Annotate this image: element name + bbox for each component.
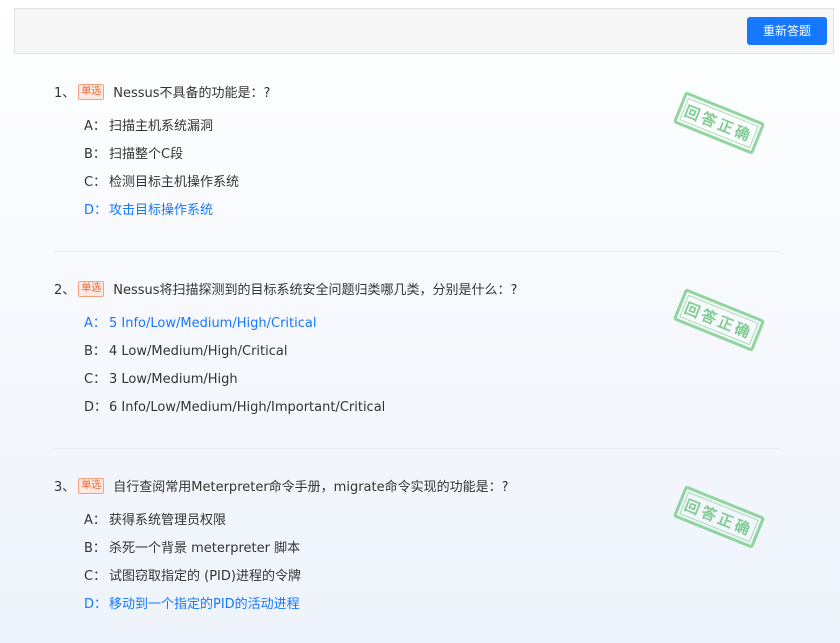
option-text: 扫描整个C段 bbox=[109, 147, 184, 162]
option-text: 6 Info/Low/Medium/High/Important/Critica… bbox=[109, 400, 386, 415]
option-a[interactable]: A： 获得系统管理员权限 bbox=[84, 512, 301, 540]
question-number: 1、 bbox=[54, 86, 76, 101]
option-letter: B： bbox=[84, 147, 106, 162]
question-text: Nessus将扫描探测到的目标系统安全问题归类哪几类，分别是什么：? bbox=[113, 283, 518, 298]
question-card: 2、 单选 Nessus将扫描探测到的目标系统安全问题归类哪几类，分别是什么：?… bbox=[54, 269, 780, 459]
option-list: A： 获得系统管理员权限 B： 杀死一个背景 meterpreter 脚本 C： 试图… bbox=[84, 512, 301, 624]
option-c[interactable]: C： 3 Low/Medium/High bbox=[84, 371, 385, 399]
option-letter: D： bbox=[84, 400, 108, 415]
option-c[interactable]: C： 试图窃取指定的 (PID)进程的令牌 bbox=[84, 568, 301, 596]
question-header: 3、 单选 自行查阅常用Meterpreter命令手册，migrate命令实现的… bbox=[54, 476, 509, 495]
stamp-text: 回答正确 bbox=[682, 101, 756, 146]
question-card: 3、 单选 自行查阅常用Meterpreter命令手册，migrate命令实现的… bbox=[54, 466, 780, 643]
divider bbox=[54, 448, 780, 449]
question-type-badge: 单选 bbox=[78, 83, 105, 100]
option-text: 获得系统管理员权限 bbox=[109, 513, 227, 528]
option-list: A： 扫描主机系统漏洞 B： 扫描整个C段 C： 检测目标主机操作系统 D： 攻击目标操… bbox=[84, 118, 239, 230]
option-text: 试图窃取指定的 (PID)进程的令牌 bbox=[109, 569, 301, 584]
option-b[interactable]: B： 4 Low/Medium/High/Critical bbox=[84, 343, 385, 371]
option-a[interactable]: A： 5 Info/Low/Medium/High/Critical bbox=[84, 315, 385, 343]
option-list: A： 5 Info/Low/Medium/High/Critical B： 4 Lo… bbox=[84, 315, 385, 427]
option-letter: A： bbox=[84, 316, 106, 331]
redo-quiz-button[interactable]: 重新答题 bbox=[747, 17, 827, 45]
option-letter: A： bbox=[84, 513, 106, 528]
option-text: 3 Low/Medium/High bbox=[109, 372, 238, 387]
divider bbox=[54, 251, 780, 252]
option-text: 杀死一个背景 meterpreter 脚本 bbox=[109, 541, 301, 556]
option-b[interactable]: B： 杀死一个背景 meterpreter 脚本 bbox=[84, 540, 301, 568]
question-card: 1、 单选 Nessus不具备的功能是：? A： 扫描主机系统漏洞 B： 扫描整个C… bbox=[54, 72, 780, 262]
option-letter: D： bbox=[84, 203, 108, 218]
option-text: 5 Info/Low/Medium/High/Critical bbox=[109, 316, 317, 331]
option-letter: C： bbox=[84, 569, 107, 584]
correct-answer-stamp: 回答正确 bbox=[672, 288, 766, 352]
question-text: Nessus不具备的功能是：? bbox=[113, 86, 271, 101]
option-a[interactable]: A： 扫描主机系统漏洞 bbox=[84, 118, 239, 146]
option-text: 扫描主机系统漏洞 bbox=[109, 119, 214, 134]
question-type-badge: 单选 bbox=[78, 280, 105, 297]
option-c[interactable]: C： 检测目标主机操作系统 bbox=[84, 174, 239, 202]
question-type-badge: 单选 bbox=[78, 477, 105, 494]
question-text: 自行查阅常用Meterpreter命令手册，migrate命令实现的功能是：? bbox=[113, 480, 509, 495]
option-text: 检测目标主机操作系统 bbox=[109, 175, 240, 190]
question-header: 2、 单选 Nessus将扫描探测到的目标系统安全问题归类哪几类，分别是什么：? bbox=[54, 279, 517, 298]
option-text: 移动到一个指定的PID的活动进程 bbox=[109, 597, 300, 612]
option-d[interactable]: D： 攻击目标操作系统 bbox=[84, 202, 239, 230]
stamp-text: 回答正确 bbox=[682, 495, 756, 540]
option-text: 4 Low/Medium/High/Critical bbox=[109, 344, 288, 359]
option-letter: B： bbox=[84, 541, 106, 556]
option-letter: C： bbox=[84, 175, 107, 190]
correct-answer-stamp: 回答正确 bbox=[672, 91, 766, 155]
stamp-text: 回答正确 bbox=[682, 298, 756, 343]
question-number: 3、 bbox=[54, 480, 76, 495]
toolbar: 重新答题 bbox=[14, 8, 834, 54]
option-b[interactable]: B： 扫描整个C段 bbox=[84, 146, 239, 174]
correct-answer-stamp: 回答正确 bbox=[672, 485, 766, 549]
option-letter: C： bbox=[84, 372, 107, 387]
question-number: 2、 bbox=[54, 283, 76, 298]
option-letter: B： bbox=[84, 344, 106, 359]
option-d[interactable]: D： 6 Info/Low/Medium/High/Important/Criti… bbox=[84, 399, 385, 427]
option-d[interactable]: D： 移动到一个指定的PID的活动进程 bbox=[84, 596, 301, 624]
option-letter: A： bbox=[84, 119, 106, 134]
question-header: 1、 单选 Nessus不具备的功能是：? bbox=[54, 82, 270, 101]
option-text: 攻击目标操作系统 bbox=[109, 203, 214, 218]
option-letter: D： bbox=[84, 597, 108, 612]
